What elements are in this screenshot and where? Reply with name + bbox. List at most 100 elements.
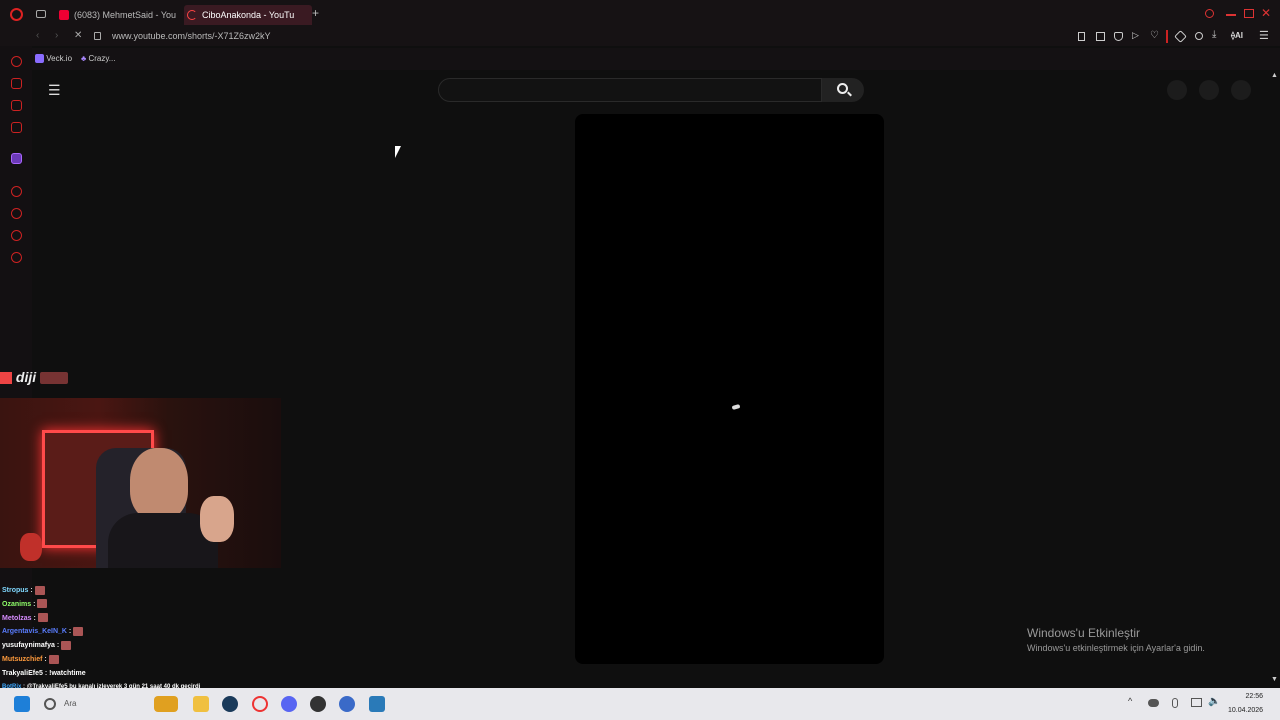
clock-icon[interactable] <box>11 208 22 219</box>
taskbar-clock[interactable]: 22:56 10.04.2026 <box>1228 692 1263 716</box>
play-icon[interactable]: ▷ <box>1132 30 1139 41</box>
heart-icon[interactable]: ♡ <box>1150 30 1159 41</box>
shopping-icon[interactable] <box>11 78 22 89</box>
tab-label: (6083) MehmetSaid - You <box>74 10 177 20</box>
extensions-icon[interactable] <box>1174 30 1187 43</box>
stream-chat: Stropus : Ozanims : Metolzas : Argentavi… <box>2 584 302 694</box>
snapshot-icon[interactable] <box>1096 32 1105 41</box>
download-icon[interactable]: ⤓ <box>1212 29 1216 40</box>
scroll-down-icon[interactable]: ▼ <box>1271 676 1278 683</box>
workspaces-icon[interactable] <box>36 10 46 18</box>
file-explorer-icon[interactable] <box>193 696 209 712</box>
emote-icon <box>37 599 48 609</box>
mouse-cursor-icon <box>395 146 401 158</box>
maximize-icon[interactable] <box>1244 9 1254 18</box>
history-icon[interactable] <box>11 56 22 67</box>
clock-time: 22:56 <box>1245 693 1264 700</box>
windows-taskbar: Ara ^ 🔈 <box>0 688 1280 720</box>
profile-icon[interactable] <box>1195 32 1203 40</box>
gdevelop-icon[interactable] <box>369 696 385 712</box>
obs-icon[interactable] <box>310 696 326 712</box>
bookmark-veckio[interactable]: Veck.io <box>35 54 73 64</box>
tray-volume-icon[interactable]: 🔈 <box>1208 696 1220 707</box>
search-icon-handle <box>847 91 852 97</box>
emote-icon <box>73 627 84 637</box>
chat-user: Argentavis_KeIN_K <box>2 628 67 636</box>
settings-icon[interactable] <box>11 252 22 263</box>
chat-user: TrakyaliEfe5 <box>2 669 43 677</box>
chat-line: yusufaynimafya : <box>2 639 302 653</box>
instagram-icon[interactable] <box>11 122 22 133</box>
windows-activation-watermark: Windows'u Etkinleştir Windows'u etkinleş… <box>1027 626 1205 655</box>
bookmark-label: Veck.io <box>46 54 73 63</box>
tray-cloud-icon[interactable] <box>1148 699 1159 707</box>
menu-icon[interactable]: ☰ <box>1259 29 1269 42</box>
search-tabs-icon[interactable] <box>1205 9 1214 18</box>
new-tab-button[interactable]: + <box>312 6 319 20</box>
stream-logo: diji <box>0 369 69 387</box>
chat-line: Metolzas : <box>2 612 302 626</box>
shorts-video-player[interactable] <box>575 114 884 664</box>
tray-network-icon[interactable] <box>1191 698 1202 707</box>
back-icon[interactable]: ‹ <box>36 30 39 41</box>
browser-icon[interactable] <box>339 696 355 712</box>
webcam-feed <box>0 398 281 568</box>
stream-logo-icon <box>0 372 12 385</box>
messenger-icon[interactable] <box>11 100 22 111</box>
tab-ciboanakonda-active[interactable]: CiboAnakonda - YouTu <box>184 5 312 25</box>
youtube-icon <box>59 10 69 20</box>
close-icon[interactable]: ✕ <box>1261 6 1271 20</box>
bookmark-crazy[interactable]: ♣ Crazy... <box>81 54 115 63</box>
tray-mic-icon[interactable] <box>1172 698 1178 708</box>
tray-chevron-icon[interactable]: ^ <box>1128 696 1132 706</box>
bookmarks-bar: Veck.io ♣ Crazy... <box>0 48 1280 70</box>
emote-icon <box>48 654 59 664</box>
chat-user: Stropus <box>2 587 29 594</box>
streamer-hand <box>200 496 234 542</box>
chat-user: Ozanims <box>2 600 32 608</box>
pin-icon[interactable] <box>1078 32 1085 41</box>
chat-user: yusufaynimafya <box>2 642 55 650</box>
create-placeholder-icon[interactable] <box>1167 80 1187 100</box>
ai-label: AI <box>1234 31 1243 40</box>
avatar[interactable] <box>1231 80 1251 100</box>
chat-bubble-icon[interactable] <box>11 230 22 241</box>
activation-title: Windows'u Etkinleştir <box>1027 626 1140 640</box>
chat-line: Argentavis_KeIN_K : <box>2 625 302 639</box>
player-icon[interactable] <box>11 186 22 197</box>
chat-line: TrakyaliEfe5 : !watchtime <box>2 669 86 677</box>
widget-tiger-icon[interactable] <box>154 696 178 712</box>
clock-date: 10.04.2026 <box>1228 707 1264 714</box>
stream-logo-text: diji <box>15 369 37 385</box>
tab-label: CiboAnakonda - YouTu <box>202 10 295 20</box>
activation-subtitle: Windows'u etkinleştirmek için Ayarlar'a … <box>1027 643 1205 653</box>
start-windows-icon[interactable] <box>14 696 30 712</box>
lock-icon <box>94 32 101 40</box>
taskbar-search-label[interactable]: Ara <box>64 699 76 708</box>
crazygames-favicon-icon: ♣ <box>81 54 87 63</box>
opera-logo-icon[interactable] <box>10 8 23 21</box>
page-scrollbar[interactable]: ▲ ▼ <box>1268 70 1280 688</box>
forward-icon[interactable]: › <box>55 30 58 41</box>
search-icon[interactable] <box>44 698 56 710</box>
divider <box>1166 30 1168 43</box>
search-input[interactable] <box>438 78 822 102</box>
search-button[interactable] <box>822 78 864 102</box>
hamburger-menu-icon[interactable]: ☰ <box>48 82 61 99</box>
emote-icon <box>61 640 72 650</box>
notifications-placeholder-icon[interactable] <box>1199 80 1219 100</box>
chat-line: Mutsuzchief : <box>2 653 302 667</box>
stop-loading-icon[interactable]: ✕ <box>74 30 82 41</box>
opera-gx-icon[interactable] <box>252 696 268 712</box>
tab-mehmetsaid[interactable]: (6083) MehmetSaid - You <box>56 5 178 25</box>
minimize-icon[interactable] <box>1226 14 1236 16</box>
twitch-icon[interactable] <box>11 153 22 164</box>
emote-icon <box>37 613 48 623</box>
shield-icon[interactable] <box>1114 32 1123 41</box>
url-field[interactable]: www.youtube.com/shorts/-X71Z6zw2kY <box>112 31 271 41</box>
discord-icon[interactable] <box>281 696 297 712</box>
aria-ai-icon[interactable]: ⟠AI <box>1231 31 1243 40</box>
streamer-head <box>130 448 188 520</box>
scroll-up-icon[interactable]: ▲ <box>1271 72 1278 79</box>
steam-icon[interactable] <box>222 696 238 712</box>
